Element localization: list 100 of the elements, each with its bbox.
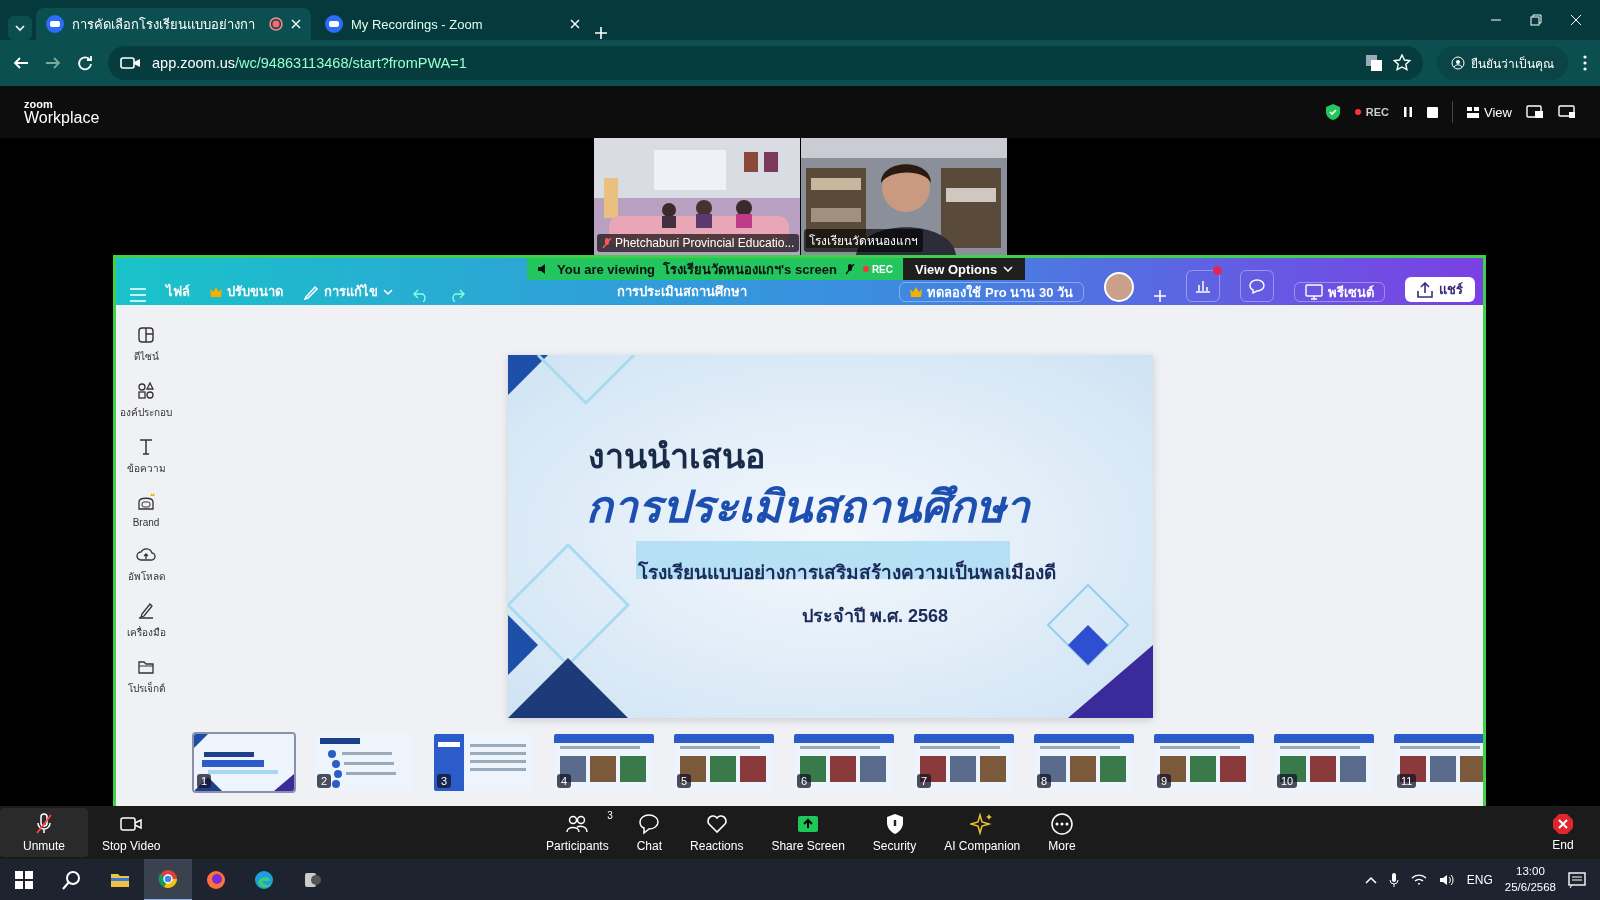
pro-trial-button[interactable]: ทดลองใช้ Pro นาน 30 วัน	[899, 282, 1084, 302]
notification-dot	[1213, 266, 1222, 275]
edge-icon[interactable]	[254, 870, 274, 890]
toolbar-button[interactable]: AI Companion	[930, 808, 1035, 857]
close-icon[interactable]	[291, 19, 301, 29]
sidebar-item[interactable]: ข้อความ	[126, 437, 166, 476]
url-text: app.zoom.us/wc/94863113468/start?fromPWA=1	[152, 55, 467, 71]
share-button[interactable]: แชร์	[1405, 277, 1475, 302]
avatar[interactable]	[1104, 272, 1134, 302]
slide-number: 11	[1397, 774, 1417, 788]
firefox-icon[interactable]	[206, 870, 226, 890]
recording-dot-icon	[1354, 109, 1361, 115]
chrome-icon[interactable]	[158, 869, 178, 889]
close-icon[interactable]	[570, 19, 580, 29]
address-bar[interactable]: app.zoom.us/wc/94863113468/start?fromPWA=1	[108, 46, 1423, 80]
pause-icon[interactable]	[1403, 106, 1414, 118]
slide-kicker: งานนำเสนอ	[588, 436, 765, 477]
toolbar-button[interactable]: Share Screen	[757, 808, 859, 857]
close-icon	[1552, 813, 1574, 835]
slide-thumbnail[interactable]: 8	[1032, 732, 1136, 793]
tab-title: การคัดเลือกโรงเรียนแบบอย่างกา	[72, 15, 256, 34]
toolbar-button[interactable]: More	[1034, 808, 1090, 857]
slide-number: 1	[197, 774, 212, 788]
slide-thumbnail[interactable]: 10	[1272, 732, 1376, 793]
slide-thumbnail[interactable]: 9	[1152, 732, 1256, 793]
toolbar-button[interactable]: Reactions	[676, 808, 758, 857]
clock[interactable]: 13:00 25/6/2568	[1504, 864, 1556, 896]
sidebar-item[interactable]: โปรเจ็กต์	[127, 657, 165, 696]
search-icon[interactable]	[62, 870, 82, 890]
present-button[interactable]: พรีเซนต์	[1294, 282, 1385, 302]
plus-icon[interactable]	[1154, 290, 1166, 302]
app-icon[interactable]	[302, 870, 322, 890]
slide-title: การประเมินสถานศึกษา	[586, 481, 1030, 533]
wifi-icon[interactable]	[1410, 873, 1427, 887]
chevron-up-icon[interactable]	[1364, 876, 1377, 884]
participant-name: โรงเรียนวัดหนองแกฯ	[804, 229, 923, 252]
toolbar-button[interactable]: Security	[858, 808, 931, 857]
toolbar-button[interactable]: Unmute	[0, 808, 88, 857]
translate-icon[interactable]	[1365, 54, 1383, 72]
slide-number: 10	[1277, 774, 1298, 788]
layout-icon	[136, 325, 156, 343]
toolbar-button[interactable]: Chat	[622, 808, 677, 857]
comment-button[interactable]	[1240, 270, 1274, 302]
grid-icon	[1467, 106, 1480, 118]
slide-thumbnail[interactable]: 7	[912, 732, 1016, 793]
slide-number: 2	[317, 774, 332, 788]
brand-name: Workplace	[24, 109, 100, 126]
restore-icon[interactable]	[1530, 14, 1542, 26]
participant-name: Phetchaburi Provincial Educatio...	[597, 234, 800, 252]
slide-thumbnail[interactable]: 3	[432, 732, 536, 793]
toolbar-button[interactable]: Participants 3	[532, 808, 623, 857]
windows-icon[interactable]	[14, 870, 34, 890]
star-icon[interactable]	[1393, 54, 1411, 72]
language-indicator[interactable]: ENG	[1466, 873, 1493, 887]
stop-icon[interactable]	[1427, 106, 1439, 118]
menu-icon[interactable]	[1582, 54, 1588, 72]
slide-thumbnail[interactable]: 4	[552, 732, 656, 793]
sidebar-item[interactable]: องค์ประกอบ	[120, 381, 172, 420]
screen-icon[interactable]	[1558, 105, 1576, 119]
shield-icon	[1324, 103, 1341, 121]
browser-tab[interactable]: My Recordings - Zoom	[315, 8, 590, 40]
crown-icon	[910, 287, 923, 297]
pencil-icon	[303, 283, 319, 300]
recording-status: REC	[1354, 106, 1390, 118]
muted-mic-icon	[844, 263, 855, 275]
slide-thumbnail[interactable]: 5	[672, 732, 776, 793]
browser-tab[interactable]: การคัดเลือกโรงเรียนแบบอย่างกา	[36, 8, 311, 40]
sidebar-item[interactable]: ดีไซน์	[133, 325, 159, 364]
slide-thumbnail[interactable]: 2	[312, 732, 416, 793]
slide-thumbnail[interactable]: 6	[792, 732, 896, 793]
chat-icon	[637, 812, 662, 836]
person-icon	[1451, 56, 1465, 70]
slide-thumbnail[interactable]: 1	[192, 732, 296, 793]
notification-icon[interactable]	[1568, 872, 1586, 888]
shared-screen-name: โรงเรียนวัดหนองแกฯ's screen	[663, 260, 837, 279]
slide-number: 6	[797, 774, 812, 788]
toolbar-button[interactable]: Stop Video	[88, 808, 175, 857]
reload-icon[interactable]	[76, 54, 94, 72]
sidebar-item[interactable]: อัพโหลด	[127, 545, 165, 584]
new-tab-icon[interactable]	[594, 26, 608, 40]
sidebar-item[interactable]: Brand	[132, 493, 160, 528]
sidebar-item[interactable]: เครื่องมือ	[126, 601, 166, 640]
recording-dot-icon	[862, 266, 869, 272]
slide-number: 4	[557, 774, 572, 788]
view-options-button[interactable]: View Options	[903, 258, 1026, 280]
tab-list-icon[interactable]	[8, 16, 32, 40]
slide-number: 3	[437, 774, 452, 788]
speaker-icon[interactable]	[1438, 873, 1455, 887]
slide-thumbnail[interactable]: 11	[1392, 732, 1483, 793]
view-button[interactable]: View	[1467, 104, 1512, 120]
cloud-upload-icon	[136, 545, 156, 563]
upload-icon	[1417, 281, 1433, 298]
picture-in-picture-icon[interactable]	[1526, 105, 1544, 119]
profile-button[interactable]: ยืนยันว่าเป็นคุณ	[1437, 46, 1568, 80]
close-icon[interactable]	[1570, 14, 1582, 26]
microphone-icon[interactable]	[1388, 872, 1399, 888]
viewing-label: You are viewing	[557, 261, 655, 277]
participant-count: 3	[607, 810, 613, 821]
slide-number: 5	[677, 774, 692, 788]
end-button[interactable]: End	[1536, 809, 1590, 856]
